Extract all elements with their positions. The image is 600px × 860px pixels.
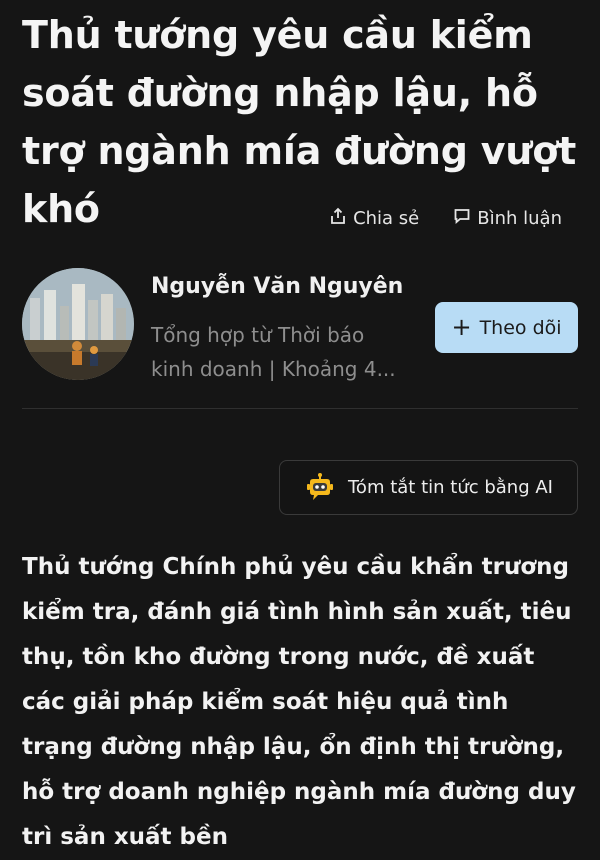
comment-icon [453,207,471,230]
comment-label: Bình luận [477,208,562,229]
avatar[interactable] [22,268,134,380]
robot-icon [304,472,336,504]
plus-icon: + [451,312,472,341]
article-body: Thủ tướng Chính phủ yêu cầu khẩn trương … [22,554,576,850]
divider [22,408,578,409]
article-actions: Chia sẻ Bình luận [329,207,562,230]
article-headline: Thủ tướng yêu cầu kiểm soát đường nhập l… [22,13,577,231]
author-source-meta: Tổng hợp từ Thời báo kinh doanh | Khoảng… [151,323,396,381]
follow-label: Theo dõi [479,316,562,339]
ai-summary-label: Tóm tắt tin tức bằng AI [348,477,553,498]
share-icon [329,207,347,230]
follow-button[interactable]: + Theo dõi [435,302,578,353]
share-button[interactable]: Chia sẻ [329,207,419,230]
author-name[interactable]: Nguyễn Văn Nguyên [151,274,403,299]
author-block: Nguyễn Văn Nguyên Tổng hợp từ Thời báo k… [22,268,578,386]
comment-button[interactable]: Bình luận [453,207,562,230]
ai-summary-button[interactable]: Tóm tắt tin tức bằng AI [279,460,578,515]
share-label: Chia sẻ [353,208,420,229]
